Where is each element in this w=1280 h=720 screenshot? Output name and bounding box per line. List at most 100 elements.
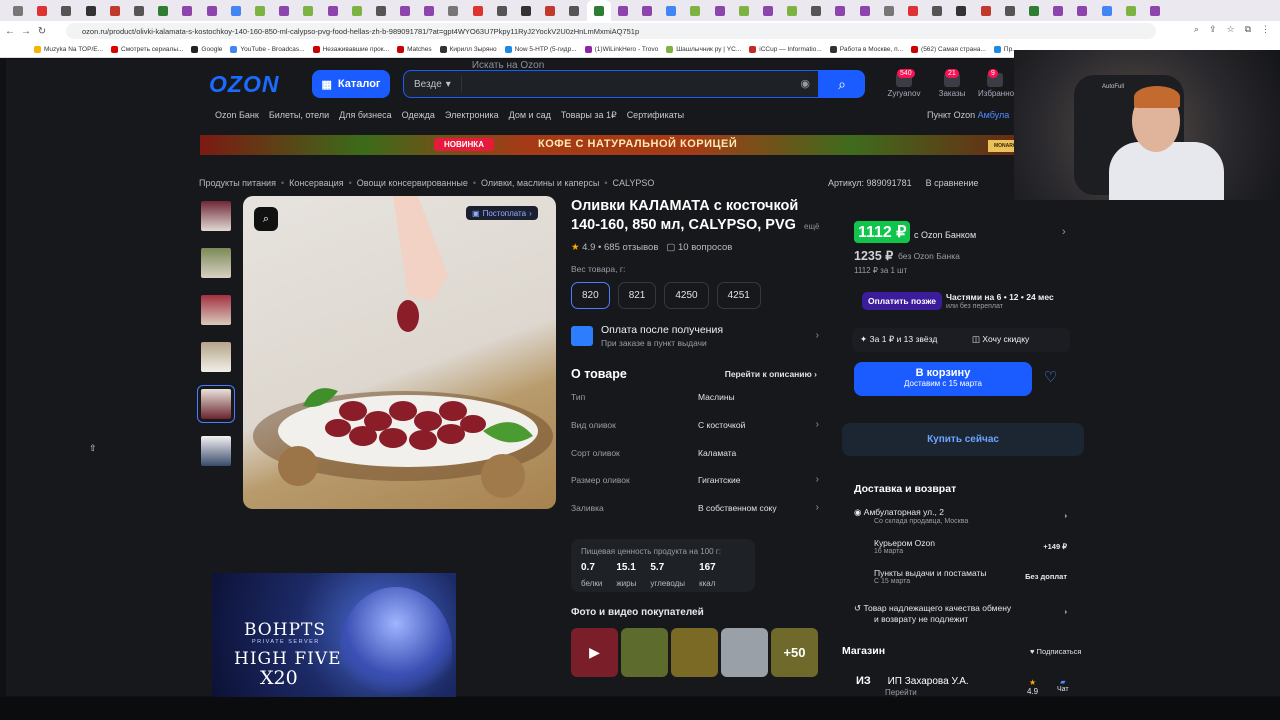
breadcrumb-item[interactable]: Оливки, маслины и каперсы — [481, 178, 599, 188]
browser-tab[interactable] — [877, 0, 901, 21]
browser-tab[interactable] — [949, 0, 973, 21]
attribute-value[interactable]: С косточкой — [698, 420, 745, 430]
share-icon[interactable]: ⇪ — [1209, 24, 1217, 35]
subnav-item[interactable]: Дом и сад — [509, 110, 551, 121]
go-to-description-link[interactable]: Перейти к описанию › — [725, 369, 817, 379]
customer-photo-thumb[interactable] — [671, 628, 718, 677]
subnav-item[interactable]: Билеты, отели — [269, 110, 329, 121]
browser-tab[interactable] — [103, 0, 127, 21]
return-policy[interactable]: ↺ Товар надлежащего качества обмену и воз… — [854, 603, 1079, 624]
browser-tab[interactable] — [127, 0, 151, 21]
chevron-right-icon[interactable]: › — [1062, 226, 1066, 238]
browser-tab[interactable] — [248, 0, 272, 21]
attribute-value[interactable]: Гигантские — [698, 475, 740, 485]
browser-tab[interactable] — [1070, 0, 1094, 21]
ozon-logo[interactable]: OZON — [209, 71, 279, 98]
browser-tab[interactable] — [828, 0, 852, 21]
product-thumbnail[interactable] — [201, 248, 231, 278]
stars-offer[interactable]: ✦ За 1 ₽ и 13 звёзд — [860, 334, 937, 345]
postoplata-badge[interactable]: ▣ Постоплата › — [466, 206, 538, 220]
camera-search-icon[interactable]: ◉ — [800, 77, 810, 90]
browser-tab[interactable] — [369, 0, 393, 21]
header-favorites-button[interactable]: 9 Избранно — [978, 69, 1014, 98]
customer-video-thumb[interactable]: ▶ — [571, 628, 618, 677]
catalog-button[interactable]: ▦ Каталог — [312, 70, 390, 98]
compare-link[interactable]: В сравнение — [926, 178, 979, 188]
delivery-address[interactable]: ◉ Амбулаторная ул., 2 Со склада продавца,… — [854, 507, 1079, 525]
weight-option[interactable]: 820 — [571, 282, 610, 309]
browser-tab[interactable] — [925, 0, 949, 21]
article-number[interactable]: Артикул: 989091781 — [828, 178, 912, 188]
pay-after-receipt[interactable]: Оплата после получения При заказе в пунк… — [571, 324, 821, 352]
product-image[interactable] — [243, 196, 556, 509]
breadcrumb-item[interactable]: Консервация — [289, 178, 343, 188]
browser-tab[interactable] — [998, 0, 1022, 21]
buy-now-button[interactable]: Купить сейчас — [842, 423, 1084, 456]
browser-tab[interactable] — [1119, 0, 1143, 21]
breadcrumb-item[interactable]: Овощи консервированные — [357, 178, 468, 188]
forward-icon[interactable]: → — [20, 26, 32, 37]
subscribe-button[interactable]: ♥ Подписаться — [1030, 647, 1081, 656]
browser-tab[interactable] — [417, 0, 441, 21]
bookmark-item[interactable]: Смотреть сериалы... — [111, 45, 183, 53]
image-search-icon[interactable]: ⌕ — [254, 207, 278, 231]
rating-row[interactable]: ★ 4.9 • 685 отзывов ▢ 10 вопросов — [571, 242, 732, 253]
product-thumbnail[interactable] — [201, 342, 231, 372]
weight-option[interactable]: 821 — [617, 282, 657, 309]
browser-tab[interactable] — [441, 0, 465, 21]
subnav-item[interactable]: Ozon Банк — [215, 110, 259, 121]
product-thumbnail[interactable] — [197, 385, 235, 423]
seller-info[interactable]: ИЗ ИП Захарова У.А. Перейти — [856, 675, 969, 697]
delivery-option-pickup[interactable]: Пункты выдачи и постаматы С 15 марта Без д… — [854, 568, 1079, 585]
attribute-row[interactable]: Вид оливок С косточкой › — [571, 419, 821, 430]
browser-tab[interactable] — [756, 0, 780, 21]
search-input[interactable]: Искать на Ozon — [462, 60, 818, 109]
product-thumbnail[interactable] — [201, 295, 231, 325]
subnav-item[interactable]: Электроника — [445, 110, 499, 121]
bookmark-item[interactable]: Работа в Москве, п... — [829, 45, 903, 53]
add-to-cart-button[interactable]: В корзину Доставим с 15 марта — [854, 362, 1032, 396]
browser-tab[interactable] — [780, 0, 804, 21]
weight-option[interactable]: 4250 — [664, 282, 709, 309]
title-more-link[interactable]: ещё — [804, 222, 819, 231]
browser-tab[interactable] — [296, 0, 320, 21]
promo-banner[interactable]: НОВИНКА КОФЕ С НАТУРАЛЬНОЙ КОРИЦЕЙ MONAR… — [200, 135, 1026, 155]
seller-name[interactable]: ИП Захарова У.А. — [888, 676, 969, 687]
pay-later-block[interactable]: Оплатить позже Частями на 6 • 12 • 24 ме… — [862, 290, 1072, 314]
attribute-row[interactable]: Заливка В собственном соку › — [571, 502, 821, 513]
bookmark-item[interactable]: Muzyka Na TOP/E... — [34, 45, 103, 53]
bookmark-item[interactable]: Шашлычник ру | YC... — [666, 45, 741, 53]
browser-tab[interactable] — [611, 0, 635, 21]
browser-tab[interactable] — [79, 0, 103, 21]
back-icon[interactable]: ← — [4, 26, 16, 37]
subnav-item[interactable]: Одежда — [402, 110, 435, 121]
breadcrumb-item[interactable]: CALYPSO — [613, 178, 655, 188]
browser-tab[interactable] — [732, 0, 756, 21]
browser-tab[interactable] — [562, 0, 586, 21]
want-discount[interactable]: ◫ Хочу скидку — [972, 334, 1029, 345]
browser-tab[interactable] — [200, 0, 224, 21]
customer-photo-thumb[interactable] — [621, 628, 668, 677]
menu-icon[interactable]: ⋮ — [1261, 24, 1270, 35]
subnav-item[interactable]: Товары за 1₽ — [561, 110, 617, 121]
browser-tab[interactable] — [224, 0, 248, 21]
browser-tab[interactable] — [901, 0, 925, 21]
browser-tab[interactable] — [538, 0, 562, 21]
product-thumbnail[interactable] — [201, 201, 231, 231]
subnav-item[interactable]: Сертификаты — [627, 110, 684, 121]
browser-tab[interactable] — [151, 0, 175, 21]
breadcrumb-item[interactable]: Продукты питания — [199, 178, 276, 188]
customer-photo-thumb[interactable] — [721, 628, 768, 677]
bookmark-item[interactable]: (1)WiLinkHero - Trovo — [584, 45, 658, 53]
browser-tab[interactable] — [175, 0, 199, 21]
bookmark-item[interactable]: Now 5-HTP (5-гидр... — [504, 45, 577, 53]
browser-tab[interactable] — [586, 0, 611, 21]
bookmark-item[interactable]: iCCup — Informatio... — [749, 45, 822, 53]
advertisement-banner[interactable]: BOHPTS PRIVATE SERVER HIGH FIVE X20 — [212, 573, 456, 710]
bookmark-item[interactable]: Кирилл Зыряно — [439, 45, 497, 53]
browser-tab[interactable] — [54, 0, 78, 21]
browser-tab[interactable] — [1022, 0, 1046, 21]
browser-tab[interactable] — [6, 0, 30, 21]
bookmark-item[interactable]: Google — [191, 45, 222, 53]
url-input[interactable]: ozon.ru/product/olivki-kalamata-s-kostoc… — [66, 23, 1156, 39]
